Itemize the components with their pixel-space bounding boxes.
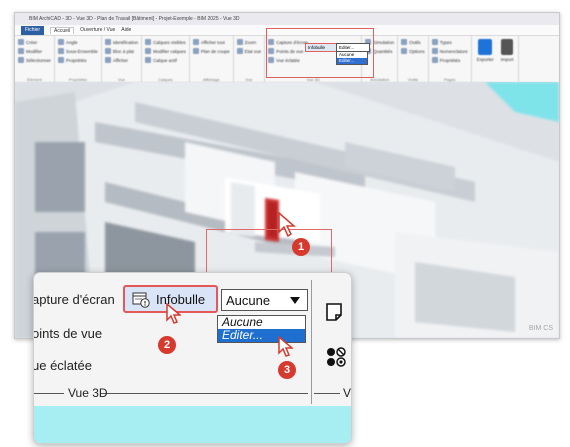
exploded-view-label: ue éclatée bbox=[33, 358, 92, 373]
ribbon-group-properties: Angle Sous-Ensemble Propriétés Propriété… bbox=[55, 36, 102, 82]
page-properties-icon bbox=[431, 57, 438, 63]
ribbon-group-export: Exporter Import bbox=[472, 36, 520, 82]
tooltip-icon bbox=[132, 292, 150, 308]
ribbon-item[interactable]: Calque actif bbox=[153, 58, 177, 63]
ribbon-item[interactable]: Types bbox=[440, 40, 452, 45]
tab-help[interactable]: Aide bbox=[121, 27, 131, 33]
layers-edit-icon bbox=[145, 48, 152, 54]
tag-icon bbox=[104, 39, 111, 45]
cut-plane-icon bbox=[192, 48, 199, 54]
ribbon-group-layers: Calques visibles Modifier calques Calque… bbox=[142, 36, 190, 82]
shapes-icon[interactable] bbox=[325, 346, 347, 368]
ribbon-item[interactable]: Propriétés bbox=[440, 58, 461, 63]
note-icon[interactable] bbox=[325, 302, 343, 322]
ribbon-item[interactable]: Calques visibles bbox=[153, 40, 186, 45]
file-menu[interactable]: Fichier bbox=[21, 25, 45, 35]
ribbon-item[interactable]: Nomenclature bbox=[440, 49, 468, 54]
ribbon-item[interactable]: Afficher tout bbox=[201, 40, 225, 45]
screenshot-label: apture d'écran bbox=[33, 292, 115, 307]
layer-active-icon bbox=[145, 57, 152, 63]
ribbon-item[interactable]: Créer bbox=[26, 40, 37, 45]
ribbon-item[interactable]: Bloc à plat bbox=[113, 49, 134, 54]
viewport-strip bbox=[34, 406, 351, 443]
export-button[interactable]: Exporter bbox=[475, 39, 496, 82]
select-icon bbox=[18, 57, 24, 63]
ribbon-item[interactable]: Identification bbox=[113, 40, 138, 45]
ribbon-group-tools: Outils Options Outils bbox=[398, 36, 429, 82]
cursor-3-icon bbox=[278, 336, 293, 357]
mini-tooltip-dropdown: Aucune Editer... bbox=[336, 51, 368, 65]
mini-infobulle-button[interactable]: Infobulle bbox=[305, 43, 337, 52]
cursor-2-icon bbox=[166, 303, 181, 324]
zoom-icon bbox=[236, 39, 243, 45]
ribbon-item[interactable]: Options bbox=[409, 49, 425, 54]
mini-option-editer[interactable]: Editer... bbox=[337, 58, 367, 64]
export-label: Exporter bbox=[476, 57, 494, 62]
tooltip-mode-value: Aucune bbox=[226, 293, 271, 308]
tools-icon bbox=[401, 39, 408, 45]
step-badge-3: 3 bbox=[278, 361, 296, 379]
group-label-next: V bbox=[343, 386, 352, 400]
ribbon-item[interactable]: Quantités bbox=[373, 49, 392, 54]
ribbon-item[interactable]: Afficher bbox=[113, 58, 128, 63]
angle-icon bbox=[58, 39, 65, 45]
import-icon bbox=[501, 39, 514, 55]
layers-icon bbox=[145, 39, 152, 45]
import-button[interactable]: Import bbox=[499, 39, 516, 82]
ribbon-item[interactable]: Plan de coupe bbox=[201, 49, 230, 54]
window-title: BIM ArchiCAD - 3D - Vue 3D - Plan de Tra… bbox=[15, 13, 559, 25]
watermark: BIM CS bbox=[528, 325, 553, 332]
ribbon-item[interactable]: Modifier calques bbox=[153, 49, 186, 54]
viewpoints-label: oints de vue bbox=[33, 326, 103, 341]
export-icon bbox=[478, 39, 493, 55]
ribbon-item[interactable]: Etat vue bbox=[245, 49, 262, 54]
ribbon-group-pages: Types Nomenclature Propriétés Pages bbox=[429, 36, 472, 82]
group-separator bbox=[311, 280, 312, 404]
schedule-icon bbox=[431, 48, 438, 54]
ribbon-item[interactable]: Modifier bbox=[26, 49, 42, 54]
create-icon bbox=[18, 39, 24, 45]
dropdown-arrow-icon bbox=[290, 297, 300, 304]
ribbon-group-display: Afficher tout Plan de coupe Affichage bbox=[190, 36, 234, 82]
step-badge-1: 1 bbox=[292, 238, 310, 256]
show-icon bbox=[104, 57, 111, 63]
import-label: Import bbox=[500, 57, 514, 62]
group-label-vue3d: Vue 3D bbox=[68, 386, 108, 400]
step-badge-2: 2 bbox=[158, 336, 176, 354]
types-icon bbox=[431, 39, 438, 45]
ribbon-group-zoom: Zoom Etat vue Vue bbox=[234, 36, 266, 82]
ribbon-item[interactable]: Sous-Ensemble bbox=[66, 49, 98, 54]
tooltip-mode-select[interactable]: Aucune bbox=[221, 289, 308, 311]
ribbon-item[interactable]: Propriétés bbox=[66, 58, 87, 63]
edit-icon bbox=[18, 48, 24, 54]
options-icon bbox=[401, 48, 408, 54]
tab-view[interactable]: Ouverture / Vue bbox=[80, 27, 115, 33]
ribbon-item[interactable]: Outils bbox=[409, 40, 421, 45]
ribbon-item[interactable]: Zoom bbox=[245, 40, 257, 45]
block-icon bbox=[104, 48, 111, 54]
ribbon-item[interactable]: Angle bbox=[66, 40, 78, 45]
properties-icon bbox=[58, 57, 65, 63]
cursor-1-icon bbox=[278, 212, 297, 238]
ribbon-group-element: Créer Modifier Sélectionner Élément bbox=[15, 36, 56, 82]
ribbon-group-view: Identification Bloc à plat Afficher Vue bbox=[102, 36, 143, 82]
tab-home[interactable]: Accueil bbox=[50, 26, 75, 34]
ribbon-item[interactable]: Sélectionner bbox=[26, 58, 51, 63]
show-all-icon bbox=[192, 39, 199, 45]
ribbon-item[interactable]: Simulation bbox=[373, 40, 394, 45]
subset-icon bbox=[58, 48, 65, 54]
view-state-icon bbox=[236, 48, 243, 54]
zoom-callout-panel: apture d'écran oints de vue ue éclatée I… bbox=[33, 272, 352, 444]
